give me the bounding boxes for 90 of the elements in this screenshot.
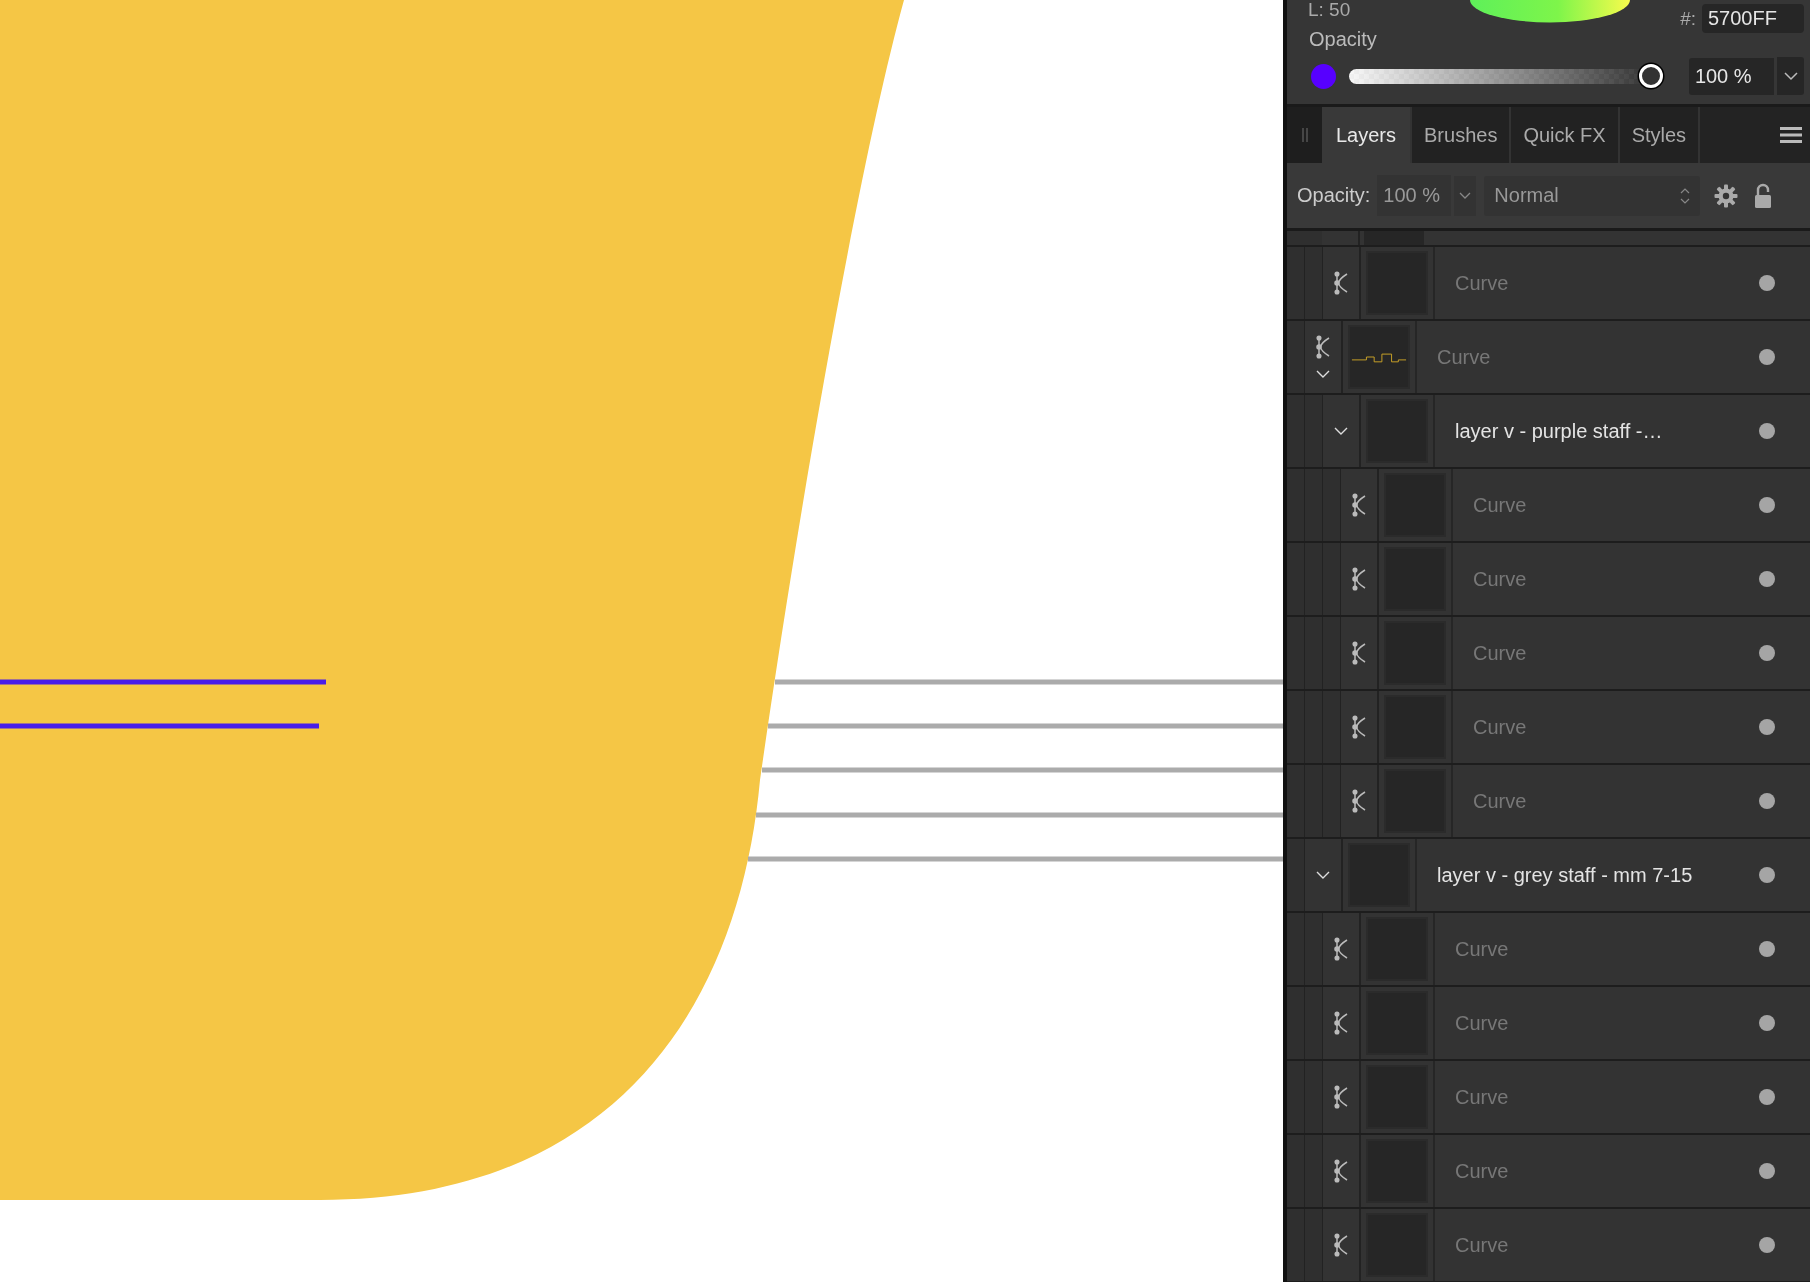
tree-indent-guide (1287, 543, 1305, 615)
layer-row[interactable]: Curve (1287, 987, 1810, 1061)
layer-name[interactable]: layer v - purple staff -… (1455, 419, 1759, 443)
visibility-dot[interactable] (1759, 1089, 1775, 1105)
layer-name[interactable]: Curve (1473, 493, 1759, 517)
visibility-dot[interactable] (1759, 423, 1775, 439)
curve-node-icon (1351, 641, 1367, 665)
visibility-dot[interactable] (1759, 1237, 1775, 1253)
tree-indent-guide (1287, 987, 1305, 1059)
visibility-dot[interactable] (1759, 497, 1775, 513)
visibility-dot[interactable] (1759, 275, 1775, 291)
layer-name[interactable]: Curve (1437, 345, 1759, 369)
curve-node-icon (1351, 715, 1367, 739)
layer-name[interactable]: Curve (1455, 1233, 1759, 1257)
layer-name[interactable]: Curve (1473, 715, 1759, 739)
layer-row[interactable]: Curve (1287, 1209, 1810, 1282)
layer-name[interactable]: Curve (1473, 641, 1759, 665)
menu-icon[interactable] (1780, 126, 1802, 144)
opacity-label: Opacity (1309, 28, 1378, 51)
hex-field[interactable]: 5700FF (1702, 4, 1804, 33)
curve-node-icon (1351, 493, 1367, 517)
blend-mode-dropdown[interactable]: Normal (1484, 175, 1701, 216)
chevron-down-icon[interactable] (1316, 369, 1330, 379)
visibility-dot[interactable] (1759, 645, 1775, 661)
layer-row[interactable]: Curve (1287, 691, 1810, 765)
curve-node-icon (1333, 1011, 1349, 1035)
panel-grip[interactable] (1287, 107, 1322, 163)
curve-node-icon (1351, 567, 1367, 591)
lightness-label: L: 50 (1308, 0, 1351, 21)
visibility-dot[interactable] (1759, 719, 1775, 735)
tree-indent-guide (1287, 1135, 1305, 1207)
panel-tab[interactable]: Layers (1322, 107, 1413, 163)
chevron-down-icon[interactable] (1334, 426, 1348, 436)
curve-node-icon (1333, 1085, 1349, 1109)
chevron-down-icon (1459, 191, 1472, 200)
layer-row[interactable]: Curve (1287, 1061, 1810, 1135)
curve-node-icon (1333, 1233, 1349, 1257)
layer-name[interactable]: Curve (1473, 789, 1759, 813)
layer-row[interactable]: layer v - purple staff -… (1287, 395, 1810, 469)
visibility-dot[interactable] (1759, 941, 1775, 957)
layer-name[interactable]: Curve (1455, 1159, 1759, 1183)
tree-indent-guide (1287, 469, 1305, 541)
tree-indent-guide (1287, 691, 1305, 763)
layer-name[interactable]: Curve (1455, 271, 1759, 295)
tree-indent-guide (1287, 839, 1305, 911)
tree-indent-guide (1287, 247, 1305, 319)
tree-indent-guide (1287, 913, 1305, 985)
curve-node-icon (1351, 789, 1367, 813)
hex-label: #: (1680, 7, 1696, 30)
visibility-dot[interactable] (1759, 793, 1775, 809)
tree-indent-guide (1287, 395, 1305, 467)
layer-row[interactable]: Curve (1287, 543, 1810, 617)
curve-node-icon (1333, 1159, 1349, 1183)
layer-opacity-label: Opacity: (1297, 184, 1371, 207)
tree-indent-guide (1287, 1061, 1305, 1133)
tree-indent-guide (1287, 617, 1305, 689)
layer-row[interactable]: layer v - grey staff - mm 7-15 (1287, 839, 1810, 913)
opacity-slider[interactable] (1349, 64, 1663, 88)
visibility-dot[interactable] (1759, 349, 1775, 365)
layer-name[interactable]: Curve (1455, 1085, 1759, 1109)
opacity-field[interactable]: 100 % (1688, 57, 1775, 95)
opacity-dropdown[interactable] (1777, 57, 1804, 95)
layer-name[interactable]: Curve (1473, 567, 1759, 591)
grip-icon (1300, 127, 1309, 143)
curve-node-icon (1315, 335, 1331, 359)
slider-thumb[interactable] (1638, 64, 1663, 88)
visibility-dot[interactable] (1759, 1015, 1775, 1031)
layer-row[interactable]: Curve (1287, 765, 1810, 839)
tree-indent-guide (1287, 765, 1305, 837)
curve-node-icon (1333, 937, 1349, 961)
layer-row[interactable]: Curve (1287, 1135, 1810, 1209)
layer-row[interactable]: Curve (1287, 247, 1810, 321)
lock-icon[interactable] (1754, 182, 1773, 209)
layer-name[interactable]: Curve (1455, 1011, 1759, 1035)
layer-name[interactable]: layer v - grey staff - mm 7-15 (1437, 863, 1759, 887)
visibility-dot[interactable] (1759, 867, 1775, 883)
tree-indent-guide (1287, 321, 1305, 393)
layer-row[interactable]: Curve (1287, 469, 1810, 543)
color-swatch[interactable] (1311, 63, 1336, 89)
layer-name[interactable]: Curve (1455, 937, 1759, 961)
layer-row[interactable]: Curve (1287, 617, 1810, 691)
chevron-down-icon[interactable] (1316, 870, 1330, 880)
visibility-dot[interactable] (1759, 1163, 1775, 1179)
chevron-down-icon (1783, 71, 1798, 81)
layer-row[interactable]: Curve (1287, 321, 1810, 395)
settings-icon[interactable] (1714, 183, 1739, 208)
layer-row[interactable]: Curve (1287, 913, 1810, 987)
layer-opacity-field[interactable]: 100 % (1377, 175, 1452, 216)
visibility-dot[interactable] (1759, 571, 1775, 587)
curve-node-icon (1333, 271, 1349, 295)
